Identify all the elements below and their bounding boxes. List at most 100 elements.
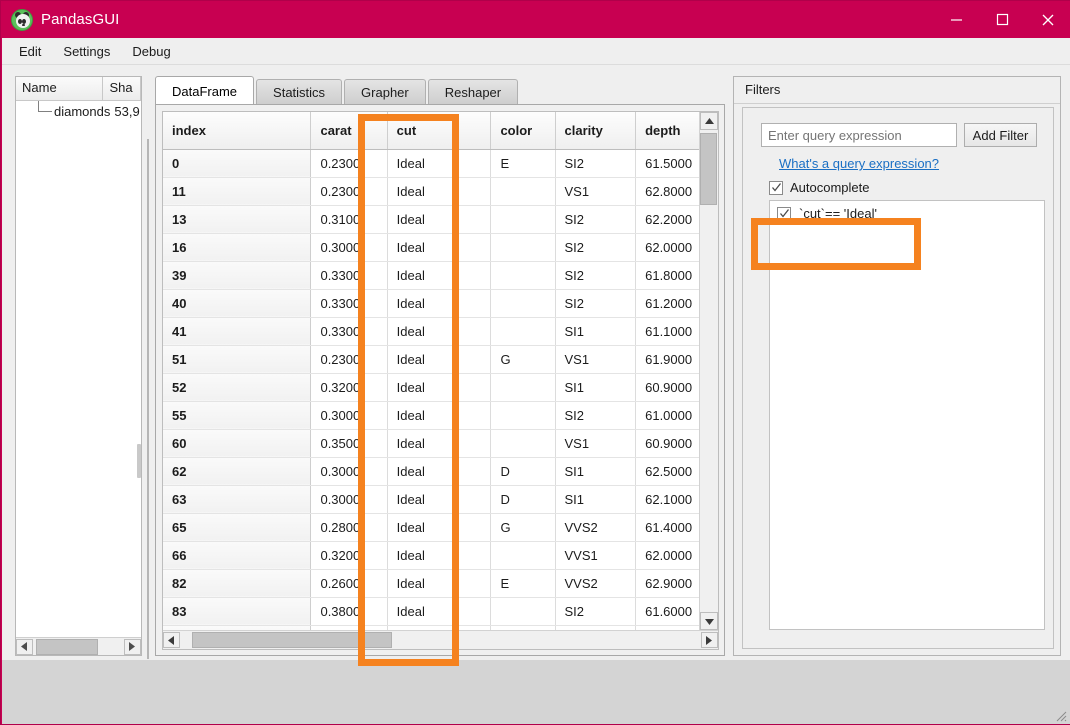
table-cell-clarity[interactable]: VVS1 <box>555 541 636 569</box>
table-cell-depth[interactable]: 62.9000 <box>636 569 699 597</box>
row-index-cell[interactable]: 62 <box>163 457 311 485</box>
table-scroll-right-icon[interactable] <box>701 632 718 648</box>
table-cell-color[interactable] <box>491 401 555 429</box>
table-cell-clarity[interactable]: VVS2 <box>555 569 636 597</box>
table-cell-clarity[interactable]: SI1 <box>555 457 636 485</box>
table-cell-cut[interactable]: Ideal <box>387 401 491 429</box>
table-cell-color[interactable]: D <box>491 457 555 485</box>
table-cell-color[interactable]: G <box>491 513 555 541</box>
tree-scroll-thumb[interactable] <box>36 639 98 655</box>
table-row[interactable]: 550.3000IdealSI261.000059.0 <box>163 401 699 429</box>
table-row[interactable]: 630.3000IdealDSI162.100056.0 <box>163 485 699 513</box>
query-help-link[interactable]: What's a query expression? <box>779 156 939 171</box>
column-header-index[interactable]: index <box>163 112 311 149</box>
table-cell-clarity[interactable]: SI1 <box>555 317 636 345</box>
table-cell-color[interactable]: D <box>491 485 555 513</box>
table-row[interactable]: 620.3000IdealDSI162.500057.0 <box>163 457 699 485</box>
table-row[interactable]: 410.3300IdealSI161.100056.0 <box>163 317 699 345</box>
table-cell-cut[interactable]: Ideal <box>387 177 491 205</box>
tab-dataframe[interactable]: DataFrame <box>155 76 254 105</box>
table-row[interactable]: 130.3100IdealSI262.200054.0 <box>163 205 699 233</box>
row-index-cell[interactable]: 65 <box>163 513 311 541</box>
autocomplete-row[interactable]: Autocomplete <box>769 180 870 195</box>
row-index-cell[interactable]: 90 <box>163 625 311 630</box>
table-cell-carat[interactable]: 0.3000 <box>311 401 387 429</box>
table-cell-depth[interactable]: 62.2000 <box>636 205 699 233</box>
table-cell-cut[interactable]: Ideal <box>387 625 491 630</box>
table-cell-carat[interactable]: 0.2300 <box>311 177 387 205</box>
table-cell-clarity[interactable]: SI1 <box>555 485 636 513</box>
tab-statistics[interactable]: Statistics <box>256 79 342 105</box>
tree-column-shape[interactable]: Sha <box>103 77 141 100</box>
table-cell-depth[interactable]: 61.0000 <box>636 401 699 429</box>
scroll-right-icon[interactable] <box>124 639 141 655</box>
table-cell-color[interactable] <box>491 541 555 569</box>
table-cell-cut[interactable]: Ideal <box>387 485 491 513</box>
menu-item-settings[interactable]: Settings <box>54 41 119 62</box>
maximize-icon[interactable] <box>979 1 1025 38</box>
table-cell-color[interactable] <box>491 289 555 317</box>
table-cell-carat[interactable]: 0.2300 <box>311 149 387 177</box>
row-index-cell[interactable]: 41 <box>163 317 311 345</box>
table-cell-cut[interactable]: Ideal <box>387 457 491 485</box>
table-cell-carat[interactable]: 0.3300 <box>311 317 387 345</box>
table-cell-clarity[interactable]: SI2 <box>555 149 636 177</box>
table-cell-cut[interactable]: Ideal <box>387 429 491 457</box>
column-header-color[interactable]: color <box>491 112 555 149</box>
column-header-clarity[interactable]: clarity <box>555 112 636 149</box>
table-cell-clarity[interactable]: VVS2 <box>555 513 636 541</box>
menu-item-debug[interactable]: Debug <box>123 41 179 62</box>
table-row[interactable]: 160.3000IdealSI262.000054.0 <box>163 233 699 261</box>
table-cell-cut[interactable]: Ideal <box>387 373 491 401</box>
table-vertical-scrollbar[interactable] <box>699 112 718 630</box>
table-cell-clarity[interactable]: VS1 <box>555 345 636 373</box>
query-input[interactable] <box>761 123 957 147</box>
table-cell-clarity[interactable]: SI2 <box>555 597 636 625</box>
table-cell-carat[interactable]: 0.3000 <box>311 457 387 485</box>
table-cell-depth[interactable]: 61.6000 <box>636 597 699 625</box>
table-row[interactable]: 400.3300IdealSI261.200056.0 <box>163 289 699 317</box>
row-index-cell[interactable]: 83 <box>163 597 311 625</box>
scroll-up-icon[interactable] <box>700 112 718 130</box>
splitter-handle[interactable] <box>137 444 141 478</box>
table-cell-clarity[interactable]: SI2 <box>555 401 636 429</box>
row-index-cell[interactable]: 13 <box>163 205 311 233</box>
table-hscroll-track[interactable] <box>180 632 701 648</box>
table-cell-color[interactable]: G <box>491 345 555 373</box>
table-cell-carat[interactable]: 0.2800 <box>311 513 387 541</box>
table-cell-depth[interactable]: 60.9000 <box>636 373 699 401</box>
table-cell-cut[interactable]: Ideal <box>387 289 491 317</box>
table-row[interactable]: 600.3500IdealVS160.900057.0 <box>163 429 699 457</box>
table-row[interactable]: 830.3800IdealSI261.600056.0 <box>163 597 699 625</box>
row-index-cell[interactable]: 40 <box>163 289 311 317</box>
autocomplete-checkbox[interactable] <box>769 181 783 195</box>
table-cell-carat[interactable]: 0.2300 <box>311 345 387 373</box>
minimize-icon[interactable] <box>933 1 979 38</box>
table-cell-clarity[interactable]: VS1 <box>555 177 636 205</box>
table-cell-clarity[interactable]: SI2 <box>555 205 636 233</box>
table-cell-cut[interactable]: Ideal <box>387 513 491 541</box>
table-cell-depth[interactable]: 60.9000 <box>636 429 699 457</box>
table-horizontal-scrollbar[interactable] <box>163 630 718 649</box>
table-cell-carat[interactable]: 0.3800 <box>311 597 387 625</box>
tree-item-diamonds[interactable]: diamonds 53,9 <box>16 101 141 121</box>
vscroll-track[interactable] <box>700 130 718 612</box>
table-cell-color[interactable]: E <box>491 569 555 597</box>
panel-splitter[interactable] <box>146 139 150 659</box>
tree-horizontal-scrollbar[interactable] <box>16 637 141 655</box>
table-cell-depth[interactable]: 61.4000 <box>636 513 699 541</box>
table-scroll-left-icon[interactable] <box>163 632 180 648</box>
row-index-cell[interactable]: 82 <box>163 569 311 597</box>
table-cell-carat[interactable]: 0.3000 <box>311 485 387 513</box>
filter-list-item[interactable]: `cut`== 'Ideal' <box>770 201 1044 226</box>
table-cell-color[interactable]: E <box>491 625 555 630</box>
table-row[interactable]: 900.7000IdealESI162.500057.0 <box>163 625 699 630</box>
column-header-carat[interactable]: carat <box>311 112 387 149</box>
table-cell-carat[interactable]: 0.3000 <box>311 233 387 261</box>
table-cell-depth[interactable]: 61.5000 <box>636 149 699 177</box>
column-header-depth[interactable]: depth <box>636 112 699 149</box>
table-cell-clarity[interactable]: SI1 <box>555 373 636 401</box>
row-index-cell[interactable]: 63 <box>163 485 311 513</box>
table-cell-depth[interactable]: 62.0000 <box>636 233 699 261</box>
row-index-cell[interactable]: 52 <box>163 373 311 401</box>
